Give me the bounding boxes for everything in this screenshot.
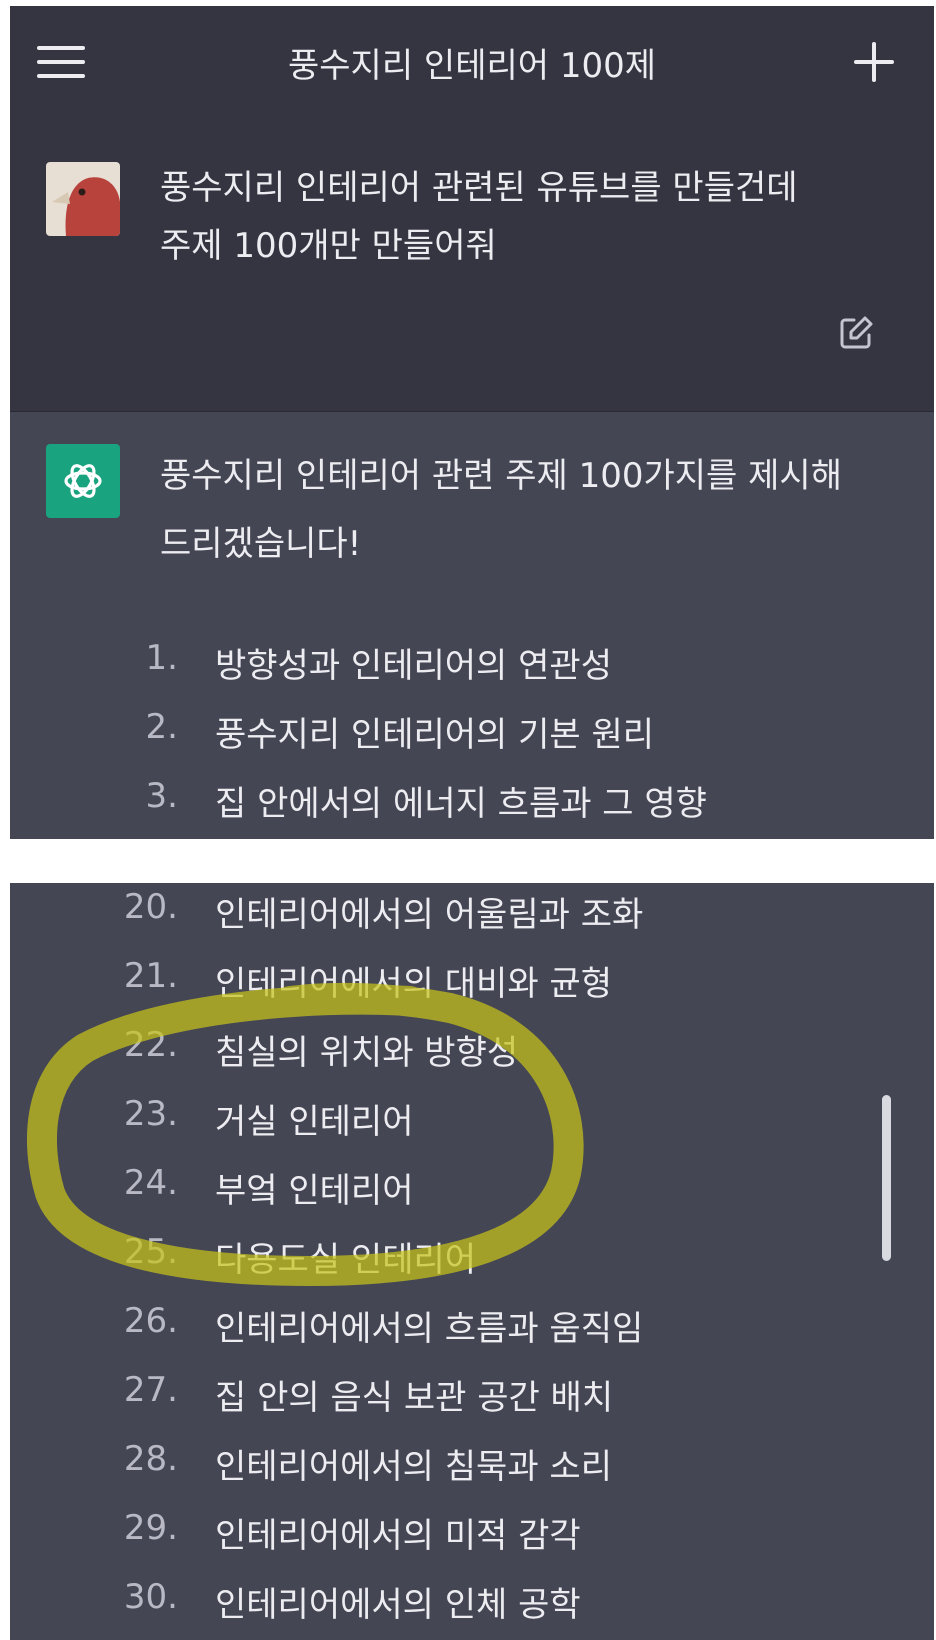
list-item-text: 인테리어에서의 침묵과 소리 [215,1447,612,1487]
list-item-text: 풍수지리 인테리어의 기본 원리 [215,715,655,755]
new-chat-plus-icon[interactable] [854,42,894,82]
list-item-number: 26. [123,1301,178,1341]
list-item-text: 인테리어에서의 어울림과 조화 [215,895,644,935]
edit-icon[interactable] [836,313,876,353]
list-item-number: 23. [123,1094,178,1134]
list-item-text: 인테리어에서의 흐름과 움직임 [215,1309,644,1349]
list-item-text: 집 안에서의 에너지 흐름과 그 영향 [215,784,707,824]
list-item-text: 인테리어에서의 미적 감각 [215,1516,581,1556]
list-item-number: 25. [123,1232,178,1272]
chat-screenshot-bottom: 20. 인테리어에서의 어울림과 조화 21. 인테리어에서의 대비와 균형 22. 침실… [10,883,934,1640]
list-item-number: 1. [145,638,178,678]
list-item-text: 방향성과 인테리어의 연관성 [215,646,612,686]
user-message: 풍수지리 인테리어 관련된 유튜브를 만들건데 주제 100개만 만들어줘 [10,115,934,412]
list-item-text: 침실의 위치와 방향성 [215,1033,519,1073]
list-item-number: 3. [145,776,178,816]
scrollbar[interactable] [882,1095,891,1261]
list-item-text: 부엌 인테리어 [215,1171,414,1211]
avatar [46,162,120,236]
list-item-text: 집 안의 음식 보관 공간 배치 [215,1378,614,1418]
user-message-text: 풍수지리 인테리어 관련된 유튜브를 만들건데 주제 100개만 만들어줘 [160,168,798,266]
list-item-text: 다용도실 인테리어 [215,1240,477,1280]
conversation-title: 풍수지리 인테리어 100제 [287,46,657,86]
list-item-text: 거실 인테리어 [215,1102,414,1142]
list-item-number: 28. [123,1439,178,1479]
list-item-number: 24. [123,1163,178,1203]
list-item-text: 인테리어에서의 인체 공학 [215,1585,581,1625]
list-item-number: 20. [123,887,178,927]
list-item-number: 22. [123,1025,178,1065]
assistant-intro: 풍수지리 인테리어 관련 주제 100가지를 제시해 드리겠습니다! [160,456,842,564]
list-item-number: 2. [145,707,178,747]
chat-screenshot-top: 풍수지리 인테리어 100제 풍수지리 인테리어 관련된 유튜브를 만들건데 주… [10,6,934,839]
list-item-number: 27. [123,1370,178,1410]
top-bar: 풍수지리 인테리어 100제 [10,6,934,115]
list-item-text: 인테리어에서의 대비와 균형 [215,964,612,1004]
list-item-number: 21. [123,956,178,996]
chatgpt-logo-icon [46,444,120,518]
list-item-number: 30. [123,1577,178,1617]
list-item-number: 29. [123,1508,178,1548]
